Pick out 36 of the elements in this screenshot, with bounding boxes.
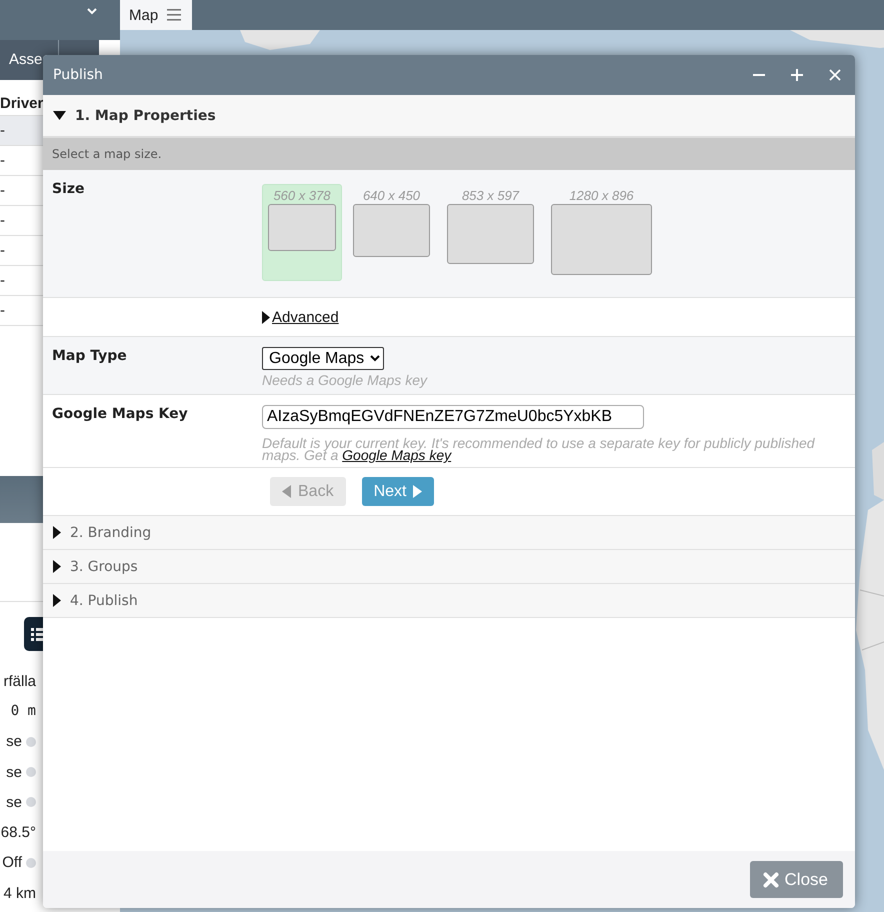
- menu-icon[interactable]: [167, 9, 182, 21]
- field-label: Map Type: [52, 347, 128, 366]
- detail-value: 4 km: [3, 884, 36, 902]
- accordion-header[interactable]: 1. Map Properties: [43, 95, 855, 138]
- hint-text: Needs a Google Maps key: [262, 372, 428, 388]
- next-button[interactable]: Next: [362, 477, 434, 506]
- advanced-toggle[interactable]: Advanced: [262, 298, 339, 336]
- caret-right-icon: [262, 311, 270, 324]
- detail-value: rfälla: [3, 672, 36, 690]
- field-label: Size: [52, 180, 86, 199]
- detail-value: 68.5°: [0, 824, 36, 842]
- detail-value: 0 m: [10, 703, 36, 720]
- caret-down-icon: [53, 111, 66, 120]
- chevron-down-icon[interactable]: [86, 6, 98, 16]
- detail-value: se: [6, 794, 22, 811]
- close-button[interactable]: Close: [750, 861, 843, 898]
- maximize-icon[interactable]: [790, 68, 804, 82]
- accordion-header[interactable]: 4. Publish: [43, 584, 855, 618]
- field-label: Google Maps Key: [52, 405, 189, 424]
- close-icon[interactable]: [828, 68, 842, 82]
- instruction-text: Select a map size.: [43, 138, 855, 170]
- api-key-field[interactable]: AIzaSyBmqEGVdFNEnZE7G7ZmeU0bc5YxbKB: [262, 405, 644, 429]
- detail-value: se: [6, 733, 22, 750]
- caret-left-icon: [282, 485, 291, 498]
- accordion-header[interactable]: 3. Groups: [43, 550, 855, 584]
- accordion-header[interactable]: 2. Branding: [43, 516, 855, 550]
- hint-text: Default is your current key. It's recommended to use a separate key for publicly published maps. Get a Google Maps key: [262, 437, 816, 461]
- close-icon: [762, 872, 779, 888]
- caret-right-icon: [53, 560, 61, 573]
- caret-right-icon: [413, 485, 422, 498]
- map-type-dropdown[interactable]: Google Maps: [262, 347, 384, 370]
- map-tab[interactable]: Map: [120, 0, 192, 30]
- caret-right-icon: [53, 526, 61, 539]
- detail-value: se: [6, 764, 22, 781]
- detail-value: Off: [2, 854, 22, 872]
- caret-right-icon: [53, 594, 61, 607]
